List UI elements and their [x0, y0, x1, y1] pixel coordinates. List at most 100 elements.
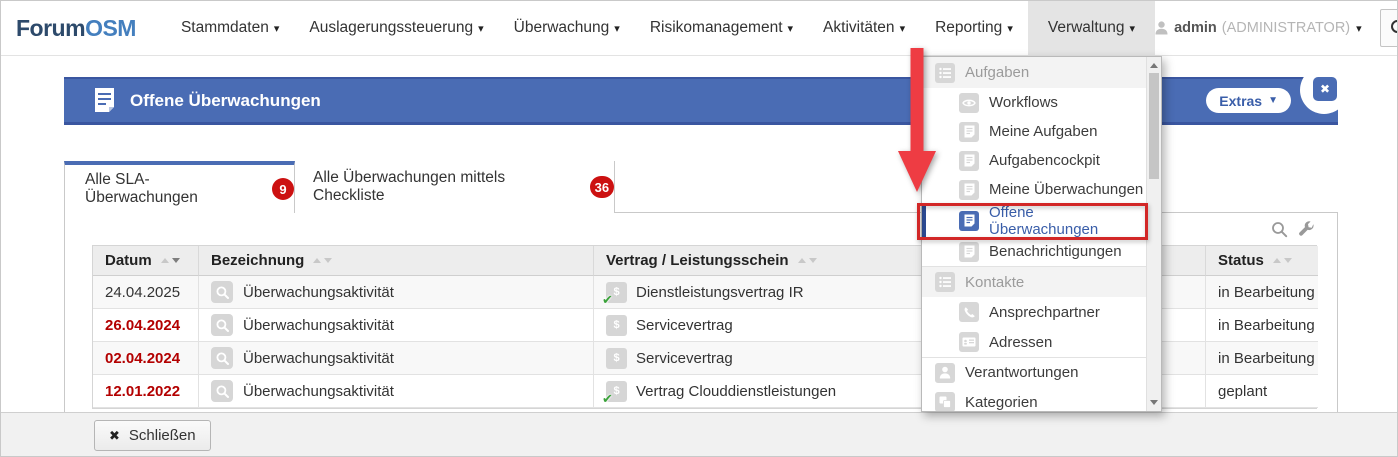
menu-item-kategorien[interactable]: Kategorien [922, 387, 1146, 412]
tab-sla-ueberwachungen[interactable]: Alle SLA-Überwachungen 9 [64, 161, 295, 213]
menu-item-meine-ueberwachungen[interactable]: Meine Überwachungen [922, 175, 1146, 204]
chevron-down-icon: ▾ [478, 22, 484, 35]
table-cell-status[interactable]: in Bearbeitung [1206, 342, 1318, 375]
extras-label: Extras [1219, 93, 1262, 109]
menu-label: Überwachung [514, 19, 610, 37]
document-icon [959, 122, 979, 142]
close-button[interactable]: ✖ Schließen [94, 420, 211, 451]
menu-item-offene-ueberwachungen[interactable]: Offene Überwachungen [922, 204, 1146, 237]
footer-bar: ✖ Schließen [1, 412, 1397, 457]
table-cell-datum[interactable]: 26.04.2024 [93, 309, 199, 342]
column-label: Bezeichnung [211, 252, 304, 269]
menu-item-adressen[interactable]: Adressen [922, 327, 1146, 357]
menu-item-label: Meine Überwachungen [989, 181, 1143, 198]
app-logo[interactable]: ForumOSM [16, 15, 136, 42]
monitoring-activity-icon [211, 281, 233, 303]
column-header-bezeichnung[interactable]: Bezeichnung [199, 246, 594, 276]
search-icon [1390, 19, 1398, 37]
table-cell-status[interactable]: in Bearbeitung [1206, 309, 1318, 342]
menu-item-benachrichtigungen[interactable]: Benachrichtigungen [922, 237, 1146, 266]
contract-icon: $✔ [606, 282, 627, 303]
column-label: Vertrag / Leistungsschein [606, 252, 789, 269]
panel-close-wrap: ✖ [1300, 66, 1348, 114]
table-cell-status[interactable]: in Bearbeitung [1206, 276, 1318, 309]
dropdown-scrollbar[interactable] [1146, 57, 1161, 411]
menu-item-aufgabencockpit[interactable]: Aufgabencockpit [922, 146, 1146, 175]
sort-icon [161, 258, 180, 263]
vertrag-value: Dienstleistungsvertrag IR [636, 284, 804, 301]
menu-item-meine-aufgaben[interactable]: Meine Aufgaben [922, 117, 1146, 146]
bezeichnung-value: Überwachungsaktivität [243, 317, 394, 334]
document-icon [959, 242, 979, 262]
menu-item-workflows[interactable]: Workflows [922, 88, 1146, 117]
close-icon: ✖ [1320, 82, 1330, 96]
address-card-icon [959, 332, 979, 352]
table-cell-datum[interactable]: 24.04.2025 [93, 276, 199, 309]
verwaltung-dropdown-menu: Aufgaben Workflows Meine Aufgaben Aufgab… [921, 56, 1162, 412]
menu-ueberwachung[interactable]: Überwachung▾ [499, 1, 635, 55]
chevron-down-icon: ▾ [1007, 22, 1013, 35]
scroll-up-icon[interactable] [1150, 63, 1158, 68]
chevron-down-icon: ▾ [900, 22, 906, 35]
menu-item-ansprechpartner[interactable]: Ansprechpartner [922, 297, 1146, 327]
column-header-status[interactable]: Status [1206, 246, 1318, 276]
table-toolbar [1271, 221, 1315, 243]
chevron-down-icon: ▾ [274, 22, 280, 35]
table-cell-datum[interactable]: 02.04.2024 [93, 342, 199, 375]
menu-item-label: Verantwortungen [965, 364, 1078, 381]
table-cell-datum[interactable]: 12.01.2022 [93, 375, 199, 408]
document-icon [94, 88, 115, 113]
menu-label: Auslagerungssteuerung [309, 19, 473, 37]
bezeichnung-value: Überwachungsaktivität [243, 383, 394, 400]
menu-verwaltung[interactable]: Verwaltung ▾ [1028, 1, 1155, 55]
list-icon [935, 63, 955, 83]
menu-stammdaten[interactable]: Stammdaten ▾ [166, 1, 294, 55]
sort-icon [798, 258, 817, 263]
panel-close-button[interactable]: ✖ [1313, 77, 1337, 101]
menu-item-label: Benachrichtigungen [989, 243, 1122, 260]
chevron-down-icon: ▾ [788, 22, 794, 35]
menu-reporting[interactable]: Reporting▾ [920, 1, 1028, 55]
page-title: Offene Überwachungen [94, 88, 321, 113]
menu-auslagerungssteuerung[interactable]: Auslagerungssteuerung ▾ [294, 1, 498, 55]
tab-checkliste-ueberwachungen[interactable]: Alle Überwachungen mittels Checkliste 36 [295, 161, 615, 213]
table-cell-bezeichnung[interactable]: Überwachungsaktivität [199, 276, 594, 309]
person-icon [935, 363, 955, 383]
user-menu[interactable]: admin (ADMINISTRATOR) ▾ [1155, 20, 1362, 36]
wrench-icon [1298, 221, 1315, 238]
tab-badge: 36 [590, 176, 614, 198]
sort-icon [1273, 258, 1292, 263]
document-icon [959, 180, 979, 200]
table-cell-bezeichnung[interactable]: Überwachungsaktivität [199, 342, 594, 375]
scroll-down-icon[interactable] [1150, 400, 1158, 405]
table-search-button[interactable] [1271, 221, 1288, 243]
chevron-down-icon: ▾ [1130, 22, 1136, 35]
menu-aktivitaeten[interactable]: Aktivitäten▾ [808, 1, 920, 55]
menu-label: Verwaltung [1048, 19, 1125, 37]
menu-risikomanagement[interactable]: Risikomanagement▾ [635, 1, 808, 55]
table-cell-bezeichnung[interactable]: Überwachungsaktivität [199, 375, 594, 408]
user-icon [1155, 21, 1168, 35]
table-cell-bezeichnung[interactable]: Überwachungsaktivität [199, 309, 594, 342]
menu-item-verantwortungen[interactable]: Verantwortungen [922, 357, 1146, 387]
check-icon: ✔ [602, 292, 613, 308]
monitoring-activity-icon [211, 380, 233, 402]
scrollbar-thumb[interactable] [1149, 73, 1159, 179]
column-label: Status [1218, 252, 1264, 269]
extras-button[interactable]: Extras ▼ [1206, 88, 1291, 113]
menu-item-label: Adressen [989, 334, 1052, 351]
search-icon [1271, 221, 1288, 238]
navbar-right: admin (ADMINISTRATOR) ▾ [1155, 9, 1398, 47]
document-icon [959, 211, 979, 231]
close-icon: ✖ [109, 428, 120, 444]
vertrag-value: Servicevertrag [636, 350, 733, 367]
phone-icon [959, 302, 979, 322]
menu-item-label: Kategorien [965, 394, 1038, 411]
menu-label: Stammdaten [181, 19, 269, 37]
table-settings-button[interactable] [1298, 221, 1315, 243]
tab-label: Alle SLA-Überwachungen [85, 171, 260, 207]
column-header-datum[interactable]: Datum [93, 246, 199, 276]
table-cell-status[interactable]: geplant [1206, 375, 1318, 408]
global-search-button[interactable] [1380, 9, 1398, 47]
top-navbar: ForumOSM Stammdaten ▾ Auslagerungssteueru… [1, 1, 1397, 56]
